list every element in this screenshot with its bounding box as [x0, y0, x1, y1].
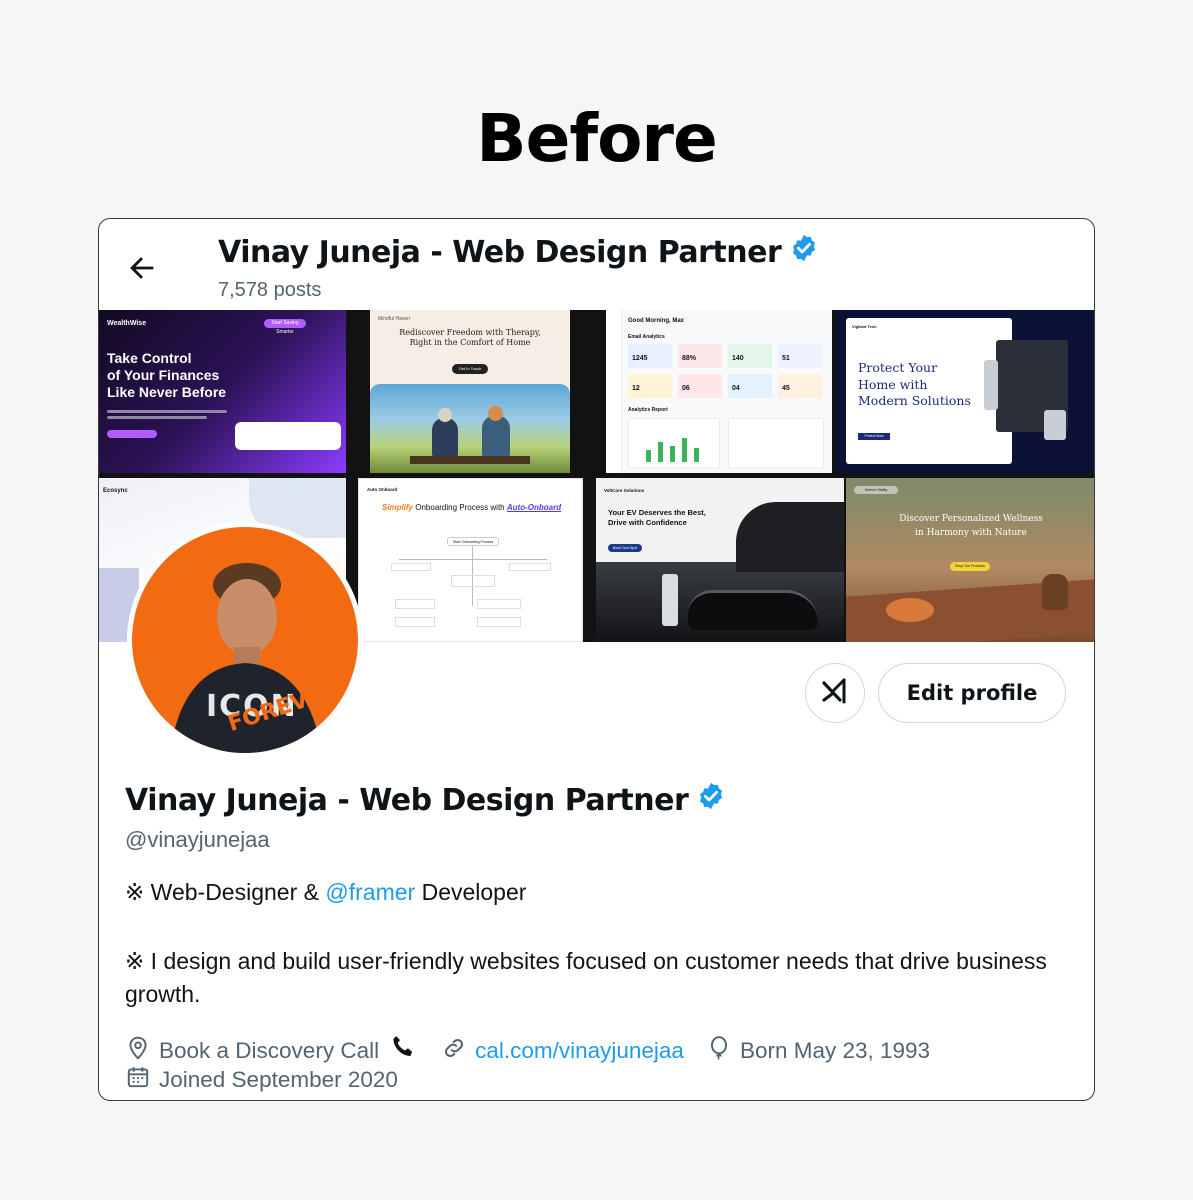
grok-button[interactable] — [805, 663, 865, 723]
website-item[interactable]: cal.com/vinayjunejaa — [441, 1035, 684, 1067]
header-name-text: Vinay Juneja - Web Design Partner — [218, 234, 782, 270]
bio-line-2: ※ I design and build user-friendly websi… — [125, 948, 1047, 1007]
profile-header-bar: Vinay Juneja - Web Design Partner 7,578 … — [99, 219, 1094, 310]
tile-headline-2: Onboarding Process with — [415, 503, 505, 512]
profile-display-name: Vinay Juneja - Web Design Partner — [125, 781, 726, 819]
profile-joined-row: Joined September 2020 — [125, 1064, 420, 1096]
tile-brand: VoltCore Solutions — [604, 488, 645, 493]
location-pin-icon — [125, 1035, 151, 1067]
tile-cta: Protect Now — [858, 433, 890, 440]
bio-suffix: Developer — [415, 879, 527, 905]
verified-badge-icon — [789, 233, 819, 271]
kpi-value: 51 — [778, 344, 822, 368]
banner-tile-dashboard: Good Morning, Max Email Analytics 1245 8… — [606, 310, 832, 473]
framer-mention-link[interactable]: @framer — [325, 879, 415, 905]
tile-headline-2: Home with — [858, 376, 928, 392]
kpi-value: 06 — [678, 374, 722, 398]
tile-cta: Book Your Spot — [608, 544, 642, 552]
tile-cta: Shop Our Products — [950, 562, 990, 571]
tile-headline-2: Drive with Confidence — [608, 518, 687, 527]
grok-icon — [820, 676, 850, 711]
kpi-value: 04 — [728, 374, 772, 398]
tile-headline-1: Simplify — [381, 503, 414, 512]
profile-avatar-frame[interactable]: ICON FOREVER — [127, 522, 363, 758]
avatar: ICON FOREVER — [132, 527, 358, 753]
tile-headline-1: Rediscover Freedom with Therapy, — [399, 328, 541, 337]
tile-cta: Get In Touch — [452, 364, 488, 374]
tile-title: Good Morning, Max — [628, 318, 684, 324]
calendar-icon — [125, 1064, 151, 1096]
tile-section-2: Analytics Report — [628, 407, 668, 413]
location-text: Book a Discovery Call — [159, 1038, 380, 1063]
banner-tile-therapy: Mindful Haven Rediscover Freedom with Th… — [370, 310, 570, 473]
bio-line-1: ※ Web-Designer & @framer Developer — [125, 879, 526, 906]
profile-handle: @vinayjunejaa — [125, 827, 270, 852]
tile-headline-1: Protect Your — [858, 360, 938, 375]
tile-headline-3: Auto-Onboard — [506, 503, 562, 512]
bio-prefix: ※ Web-Designer & — [125, 879, 326, 905]
profile-card: Vinay Juneja - Web Design Partner 7,578 … — [98, 218, 1095, 1101]
banner-tile-vigilant: Vigilant Tech Protect Your Home with Mod… — [836, 310, 1094, 473]
tile-headline-3: Like Never Before — [107, 384, 227, 400]
tile-headline-3: Modern Solutions — [858, 393, 971, 408]
joined-item: Joined September 2020 — [125, 1064, 398, 1096]
header-display-name: Vinay Juneja - Web Design Partner — [218, 233, 819, 271]
kpi-value: 1245 — [628, 344, 672, 368]
tile-headline-1: Discover Personalized Wellness — [899, 514, 1043, 524]
banner-tile-wellness: Serene Vitality Discover Personalized We… — [846, 478, 1094, 642]
tile-brand: Mindful Haven — [378, 316, 410, 322]
kpi-value: 88% — [678, 344, 722, 368]
page-headline: Before — [476, 100, 717, 177]
banner-tile-wealthwise: WealthWise Start Saving Smarter Take Con… — [99, 310, 346, 473]
birthday-item: Born May 23, 1993 — [706, 1035, 930, 1067]
link-icon — [441, 1035, 467, 1067]
kpi-value: 140 — [728, 344, 772, 368]
banner-tile-voltcore: VoltCore Solutions Your EV Deserves the … — [596, 478, 844, 642]
tile-headline-2: in Harmony with Nature — [915, 528, 1027, 538]
tile-headline-2: Right in the Comfort of Home — [409, 338, 531, 347]
tile-headline-1: Your EV Deserves the Best, — [608, 508, 706, 517]
kpi-value: 45 — [778, 374, 822, 398]
website-link[interactable]: cal.com/vinayjunejaa — [475, 1038, 684, 1064]
edit-profile-button[interactable]: Edit profile — [878, 663, 1066, 723]
tile-brand: Serene Vitality — [854, 486, 898, 494]
banner-tile-autoonboard: Auto Onboard Simplify Onboarding Process… — [358, 478, 583, 642]
flow-node: Start Onboarding Process — [447, 537, 499, 546]
birthday-text: Born May 23, 1993 — [739, 1038, 931, 1063]
tile-brand: Auto Onboard — [367, 487, 398, 492]
tile-cta: Start Saving Smarter — [264, 319, 306, 335]
tile-headline-2: of Your Finances — [107, 367, 220, 383]
joined-text: Joined September 2020 — [159, 1067, 398, 1092]
tile-brand: Vigilant Tech — [852, 324, 877, 329]
post-count: 7,578 posts — [218, 279, 322, 301]
verified-badge-icon — [696, 781, 726, 819]
balloon-icon — [706, 1035, 732, 1067]
tile-section-1: Email Analytics — [628, 334, 665, 340]
back-arrow-icon[interactable] — [125, 251, 159, 285]
profile-name-text: Vinay Juneja - Web Design Partner — [125, 782, 689, 818]
kpi-value: 12 — [628, 374, 672, 398]
tile-brand: WealthWise — [107, 320, 147, 327]
tile-headline-1: Take Control — [107, 350, 192, 366]
tile-brand: Ecosync — [103, 488, 128, 494]
